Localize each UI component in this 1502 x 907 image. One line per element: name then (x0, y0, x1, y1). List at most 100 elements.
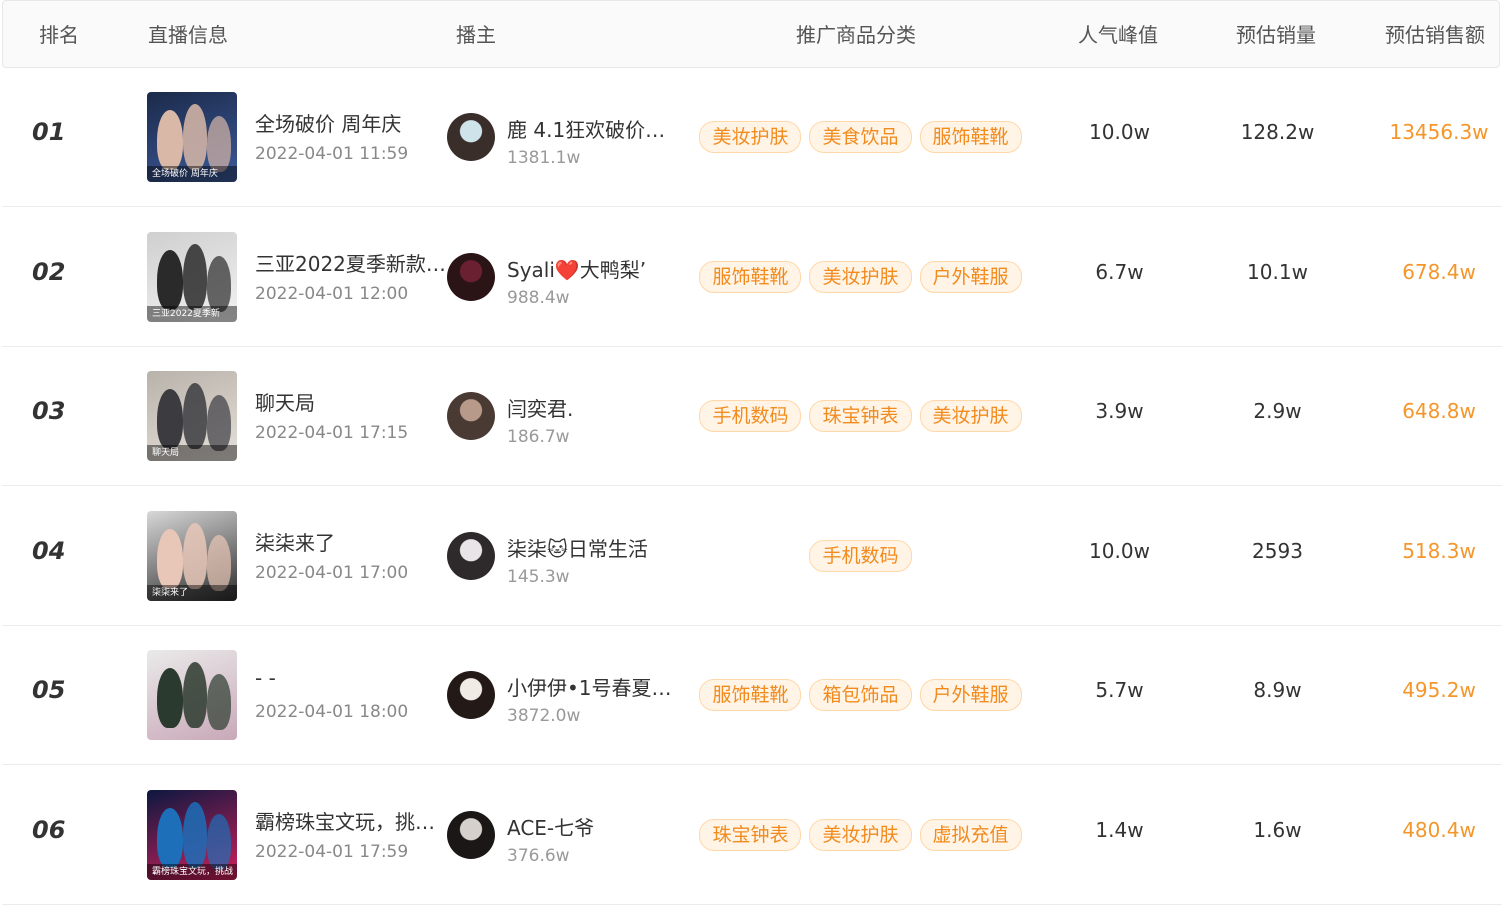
cover-figure (207, 116, 231, 172)
rank-number: 02 (32, 257, 66, 286)
table-row[interactable]: 05 - - 2022-04-01 18:00 小伊伊•1号春夏… 3872.0… (2, 626, 1502, 765)
header-sales[interactable]: 预估销售额 (1385, 1, 1485, 69)
sales-value: 480.4w (1402, 817, 1476, 842)
thumb-caption: 柒柒来了 (147, 584, 237, 601)
host-avatar[interactable] (447, 531, 495, 580)
peak-value: 5.7w (1095, 678, 1144, 702)
category-tag[interactable]: 珠宝钟表 (699, 818, 802, 851)
rank-number: 01 (32, 118, 66, 146)
category-tag[interactable]: 服饰鞋靴 (699, 260, 802, 293)
live-start-time: 2022-04-01 18:00 (255, 702, 409, 722)
live-title[interactable]: 全场破价 周年庆 (255, 108, 450, 137)
sales-value: 13456.3w (1389, 120, 1489, 144)
category-tags: 服饰鞋靴 美妆护肤 户外鞋服 (682, 260, 1039, 293)
cover-figure (157, 249, 183, 310)
category-tag[interactable]: 服饰鞋靴 (919, 121, 1022, 153)
volume-value: 128.2w (1240, 120, 1315, 144)
category-tag[interactable]: 服饰鞋靴 (699, 679, 802, 711)
table-row[interactable]: 03 聊天局 聊天局 2022-04-01 17:15 闫奕君. 186.7w … (2, 347, 1502, 486)
thumb-caption: 聊天局 (147, 445, 237, 461)
thumb-caption: 三亚2022夏季新 (147, 305, 237, 322)
host-avatar[interactable] (447, 113, 495, 161)
category-tag[interactable]: 虚拟充值 (919, 818, 1022, 851)
host-name[interactable]: 闫奕君. (507, 393, 672, 422)
host-avatar[interactable] (447, 810, 495, 859)
volume-value: 2.9w (1253, 399, 1302, 423)
header-peak[interactable]: 人气峰值 (1078, 1, 1158, 69)
category-tag[interactable]: 箱包饰品 (809, 679, 912, 711)
category-tag[interactable]: 美妆护肤 (809, 818, 912, 851)
host-name[interactable]: 柒柒🐱日常生活 (507, 533, 672, 562)
category-tags: 美妆护肤 美食饮品 服饰鞋靴 (682, 121, 1039, 153)
host-fans: 3872.0w (507, 706, 581, 726)
category-tag[interactable]: 户外鞋服 (919, 679, 1022, 711)
category-tag[interactable]: 珠宝钟表 (809, 400, 912, 432)
cover-figure (183, 243, 207, 310)
peak-value: 6.7w (1095, 259, 1144, 284)
table-row[interactable]: 02 三亚2022夏季新 三亚2022夏季新款… 2022-04-01 12:0… (2, 208, 1502, 347)
cover-figure (207, 395, 231, 451)
volume-value: 10.1w (1247, 259, 1308, 284)
table-row[interactable]: 04 柒柒来了 柒柒来了 2022-04-01 17:00 柒柒🐱日常生活 14… (2, 487, 1502, 626)
header-category: 推广商品分类 (796, 23, 916, 47)
live-cover-image[interactable]: 三亚2022夏季新 (147, 231, 237, 322)
sales-value: 518.3w (1402, 538, 1476, 563)
host-avatar[interactable] (447, 392, 495, 440)
category-tag[interactable]: 美妆护肤 (699, 121, 802, 153)
volume-value: 1.6w (1253, 817, 1302, 842)
cover-figure (183, 522, 207, 589)
host-fans: 376.6w (507, 845, 570, 866)
cover-figure (157, 807, 183, 868)
host-name[interactable]: 小伊伊•1号春夏… (507, 672, 672, 701)
live-cover-image[interactable]: 柒柒来了 (147, 510, 237, 601)
table-row[interactable]: 01 全场破价 周年庆 全场破价 周年庆 2022-04-01 11:59 鹿 … (2, 68, 1502, 207)
live-cover-image[interactable]: 霸榜珠宝文玩，挑战 (147, 789, 237, 880)
category-tag[interactable]: 美食饮品 (809, 121, 912, 153)
category-tag[interactable]: 手机数码 (809, 539, 912, 572)
live-cover-image[interactable]: 全场破价 周年庆 (147, 92, 237, 182)
category-tag[interactable]: 美妆护肤 (809, 260, 912, 293)
thumb-caption: 霸榜珠宝文玩，挑战 (147, 863, 237, 880)
live-title[interactable]: 柒柒来了 (255, 527, 450, 556)
category-tag[interactable]: 户外鞋服 (919, 260, 1022, 293)
cover-figure (157, 389, 183, 449)
host-fans: 1381.1w (507, 148, 581, 168)
cover-figure (183, 104, 207, 170)
header-host: 播主 (456, 23, 496, 47)
live-title[interactable]: 聊天局 (255, 387, 450, 416)
category-tag[interactable]: 手机数码 (699, 400, 802, 432)
cover-figure (157, 528, 183, 589)
live-start-time: 2022-04-01 12:00 (255, 283, 409, 304)
sales-value: 495.2w (1402, 678, 1476, 702)
table-header: 排名 直播信息 播主 推广商品分类 人气峰值 预估销量 预估销售额 (2, 0, 1500, 68)
volume-value: 8.9w (1253, 678, 1302, 702)
cover-figure (207, 674, 231, 730)
peak-value: 3.9w (1095, 399, 1144, 423)
rank-number: 06 (32, 815, 66, 844)
host-avatar[interactable] (447, 252, 495, 301)
host-name[interactable]: Syali❤️大鸭梨’ (507, 254, 672, 283)
header-rank: 排名 (39, 23, 79, 47)
live-start-time: 2022-04-01 17:15 (255, 423, 409, 443)
category-tag[interactable]: 美妆护肤 (919, 400, 1022, 432)
live-start-time: 2022-04-01 17:00 (255, 562, 409, 583)
host-fans: 186.7w (507, 427, 570, 447)
live-title[interactable]: 三亚2022夏季新款… (255, 248, 450, 277)
host-name[interactable]: 鹿 4.1狂欢破价… (507, 114, 672, 143)
cover-figure (157, 110, 183, 170)
live-start-time: 2022-04-01 17:59 (255, 841, 409, 862)
live-title[interactable]: - - (255, 666, 450, 690)
host-avatar[interactable] (447, 671, 495, 719)
table-row[interactable]: 06 霸榜珠宝文玩，挑战 霸榜珠宝文玩，挑… 2022-04-01 17:59 … (2, 766, 1502, 905)
rank-number: 05 (32, 676, 66, 704)
cover-figure (183, 801, 207, 868)
live-cover-image[interactable]: 聊天局 (147, 371, 237, 461)
category-tags: 手机数码 珠宝钟表 美妆护肤 (682, 400, 1039, 432)
host-name[interactable]: ACE-七爷 (507, 812, 672, 841)
header-volume[interactable]: 预估销量 (1236, 1, 1316, 69)
live-title[interactable]: 霸榜珠宝文玩，挑… (255, 806, 450, 835)
peak-value: 1.4w (1095, 817, 1144, 842)
live-cover-image[interactable] (147, 650, 237, 740)
cover-figure (157, 668, 183, 728)
thumb-caption: 全场破价 周年庆 (147, 166, 237, 182)
